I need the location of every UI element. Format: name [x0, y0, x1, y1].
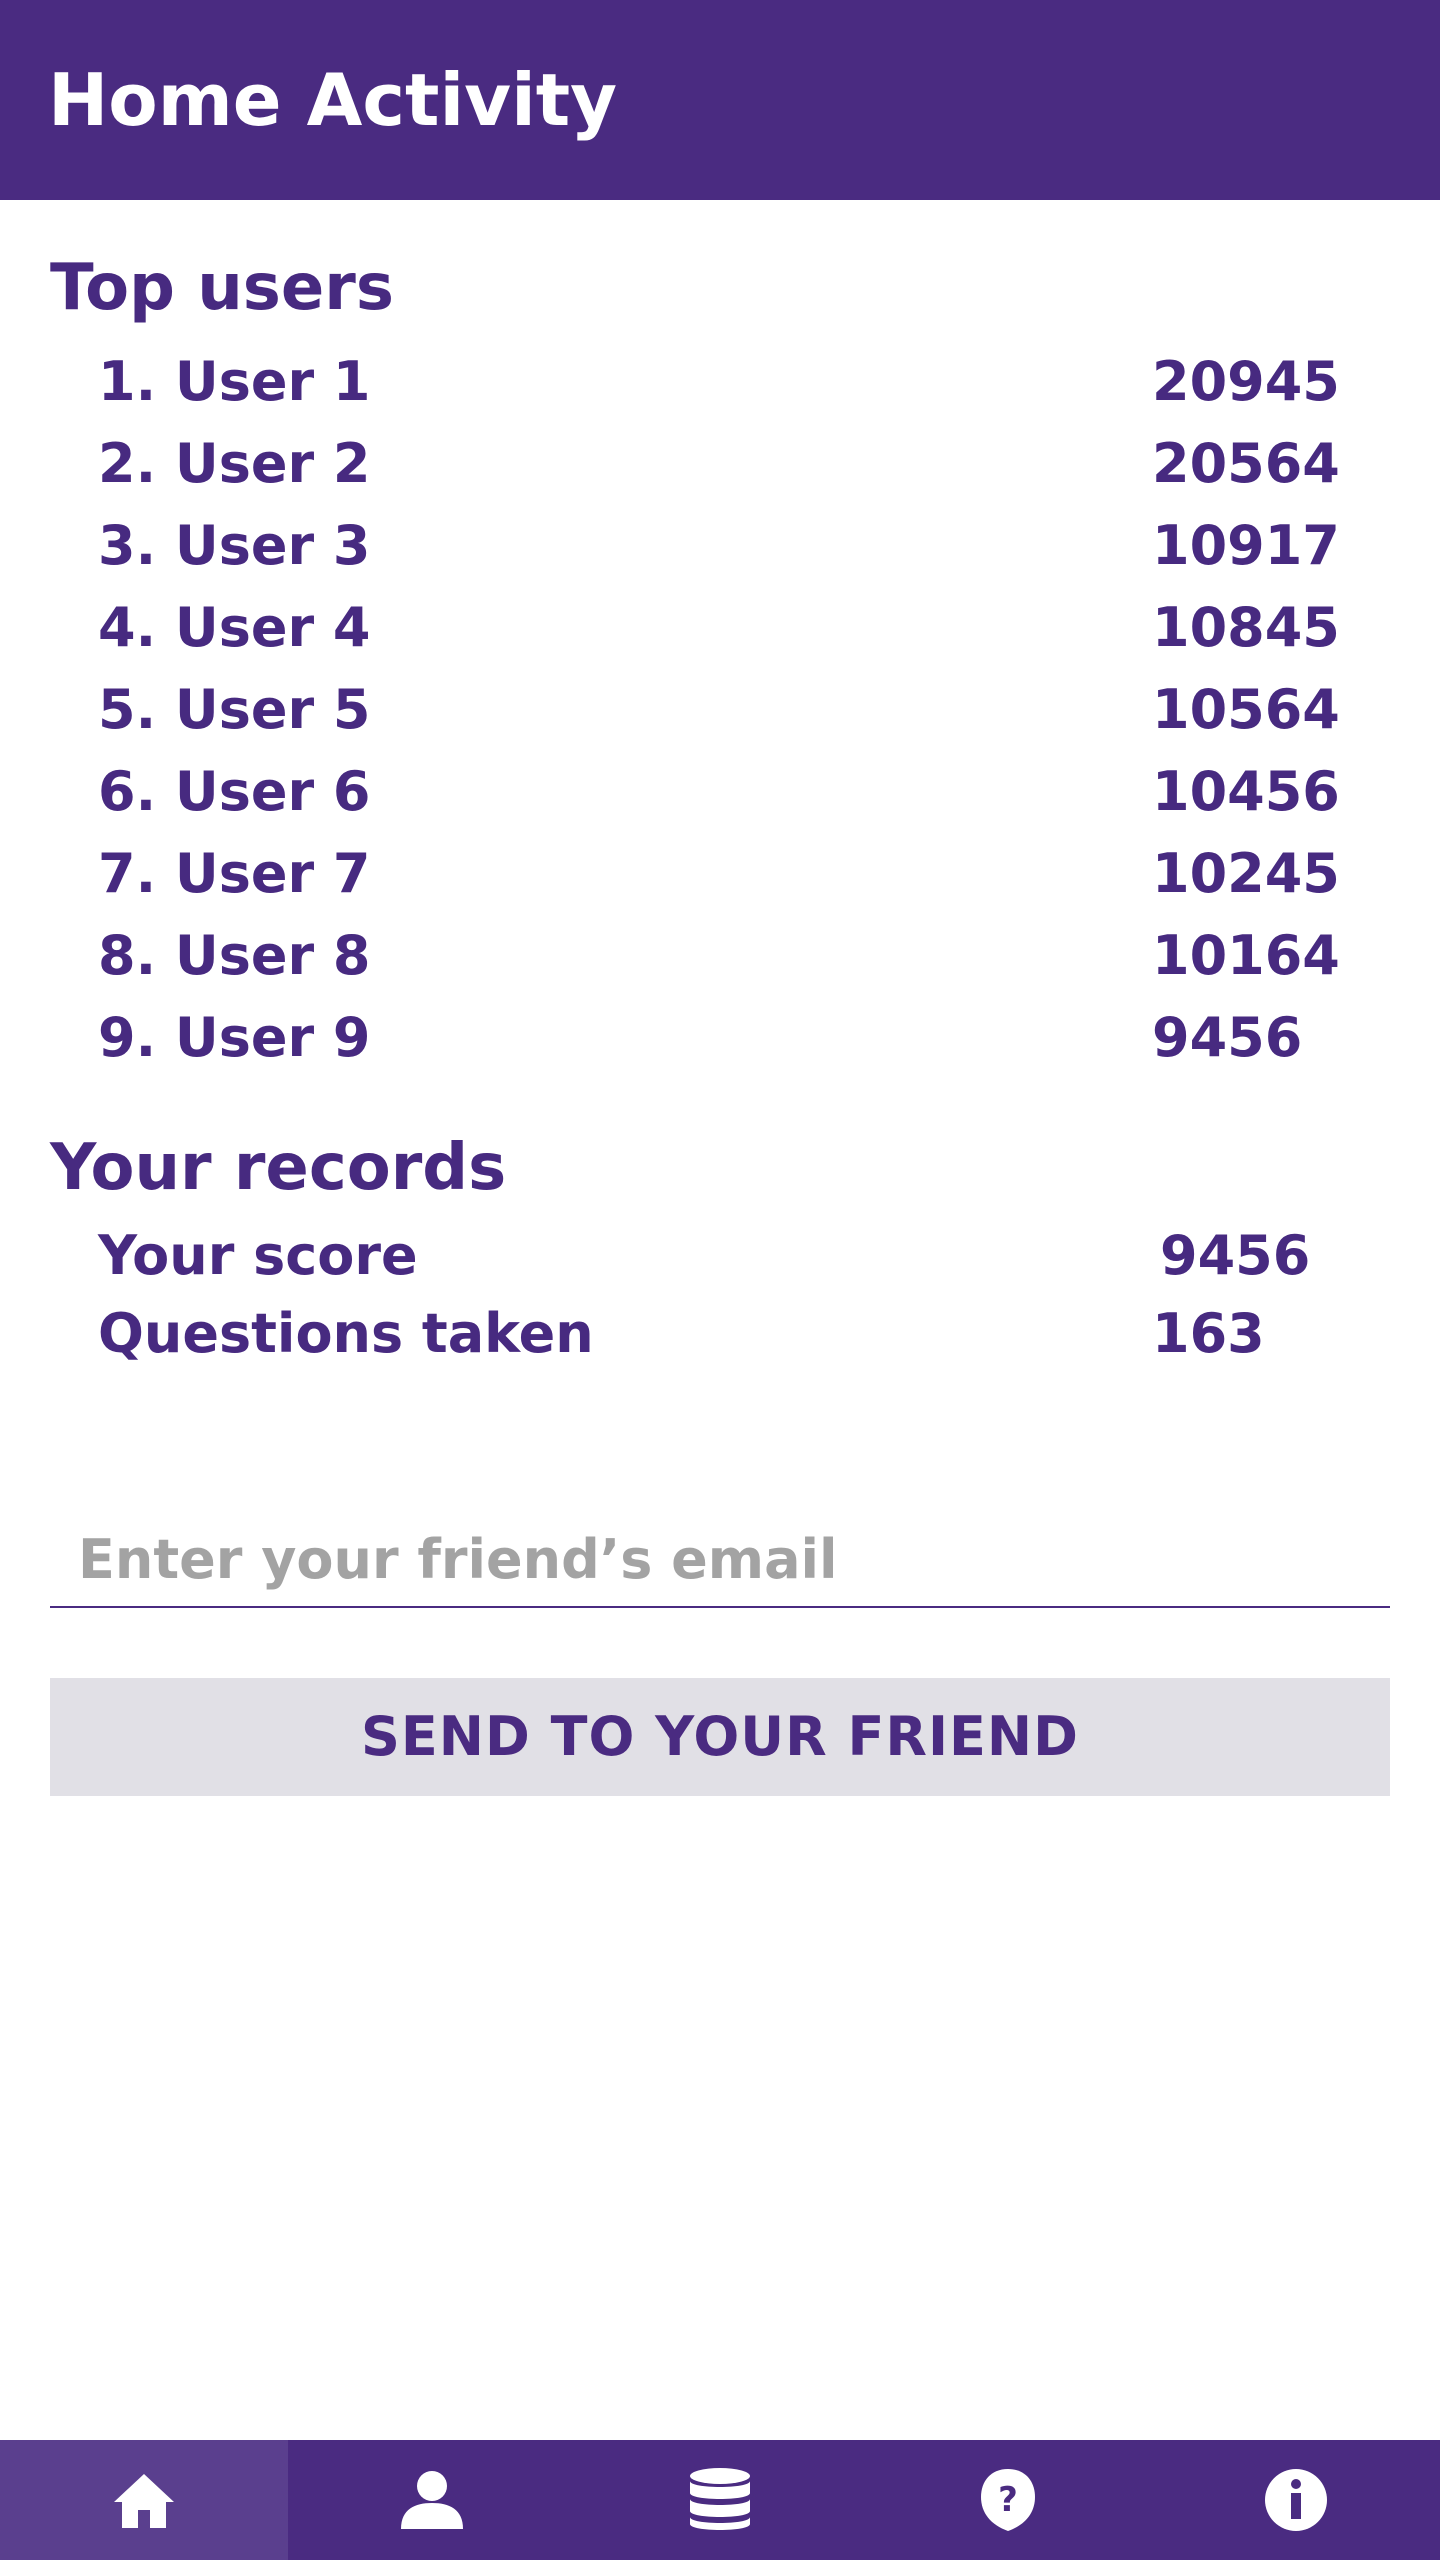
top-user-row: 7. User 7 10245 [98, 836, 1340, 912]
top-user-row: 8. User 8 10164 [98, 918, 1340, 994]
nav-info[interactable] [1152, 2440, 1440, 2560]
your-score-row: Your score 9456 [98, 1218, 1340, 1294]
top-user-row: 1. User 1 20945 [98, 344, 1340, 420]
question-icon: ? [981, 2469, 1035, 2531]
top-user-score: 10164 [1152, 924, 1340, 987]
top-user-name: 3. User 3 [98, 514, 371, 577]
info-icon [1265, 2469, 1327, 2531]
top-user-score: 10917 [1152, 514, 1340, 577]
top-user-name: 4. User 4 [98, 596, 371, 659]
top-user-name: 7. User 7 [98, 842, 371, 905]
top-user-row: 5. User 5 10564 [98, 672, 1340, 748]
questions-taken-label: Questions taken [98, 1302, 594, 1365]
nav-home[interactable] [0, 2440, 288, 2560]
app-bar: Home Activity [0, 0, 1440, 200]
top-user-row: 3. User 3 10917 [98, 508, 1340, 584]
top-user-score: 10564 [1152, 678, 1340, 741]
nav-profile[interactable] [288, 2440, 576, 2560]
questions-taken-row: Questions taken 163 [98, 1296, 1340, 1372]
top-user-row: 2. User 2 20564 [98, 426, 1340, 502]
top-user-name: 5. User 5 [98, 678, 371, 741]
home-icon [114, 2474, 174, 2528]
friend-email-input[interactable] [50, 1514, 1390, 1604]
page-title: Home Activity [48, 58, 618, 142]
your-records-heading: Your records [50, 1131, 507, 1205]
your-score-value: 9456 [1160, 1224, 1311, 1287]
top-users-heading: Top users [50, 251, 394, 325]
top-user-name: 6. User 6 [98, 760, 371, 823]
top-user-score: 20564 [1152, 432, 1340, 495]
top-user-score: 10245 [1152, 842, 1340, 905]
top-user-score: 9456 [1152, 1006, 1303, 1069]
user-icon [401, 2471, 463, 2529]
send-to-friend-button[interactable]: SEND TO YOUR FRIEND [50, 1678, 1390, 1796]
your-score-label: Your score [98, 1224, 418, 1287]
top-user-row: 6. User 6 10456 [98, 754, 1340, 830]
top-user-score: 10456 [1152, 760, 1340, 823]
svg-text:?: ? [998, 2480, 1018, 2520]
nav-questions[interactable]: ? [864, 2440, 1152, 2560]
bottom-navigation: ? [0, 2440, 1440, 2560]
top-user-name: 8. User 8 [98, 924, 371, 987]
top-user-row: 4. User 4 10845 [98, 590, 1340, 666]
database-icon [690, 2468, 750, 2530]
top-user-name: 1. User 1 [98, 350, 371, 413]
questions-taken-value: 163 [1152, 1302, 1265, 1365]
top-user-name: 2. User 2 [98, 432, 371, 495]
top-user-score: 20945 [1152, 350, 1340, 413]
top-user-row: 9. User 9 9456 [98, 1000, 1340, 1076]
email-field-container [50, 1514, 1390, 1608]
nav-database[interactable] [576, 2440, 864, 2560]
top-user-name: 9. User 9 [98, 1006, 371, 1069]
top-user-score: 10845 [1152, 596, 1340, 659]
